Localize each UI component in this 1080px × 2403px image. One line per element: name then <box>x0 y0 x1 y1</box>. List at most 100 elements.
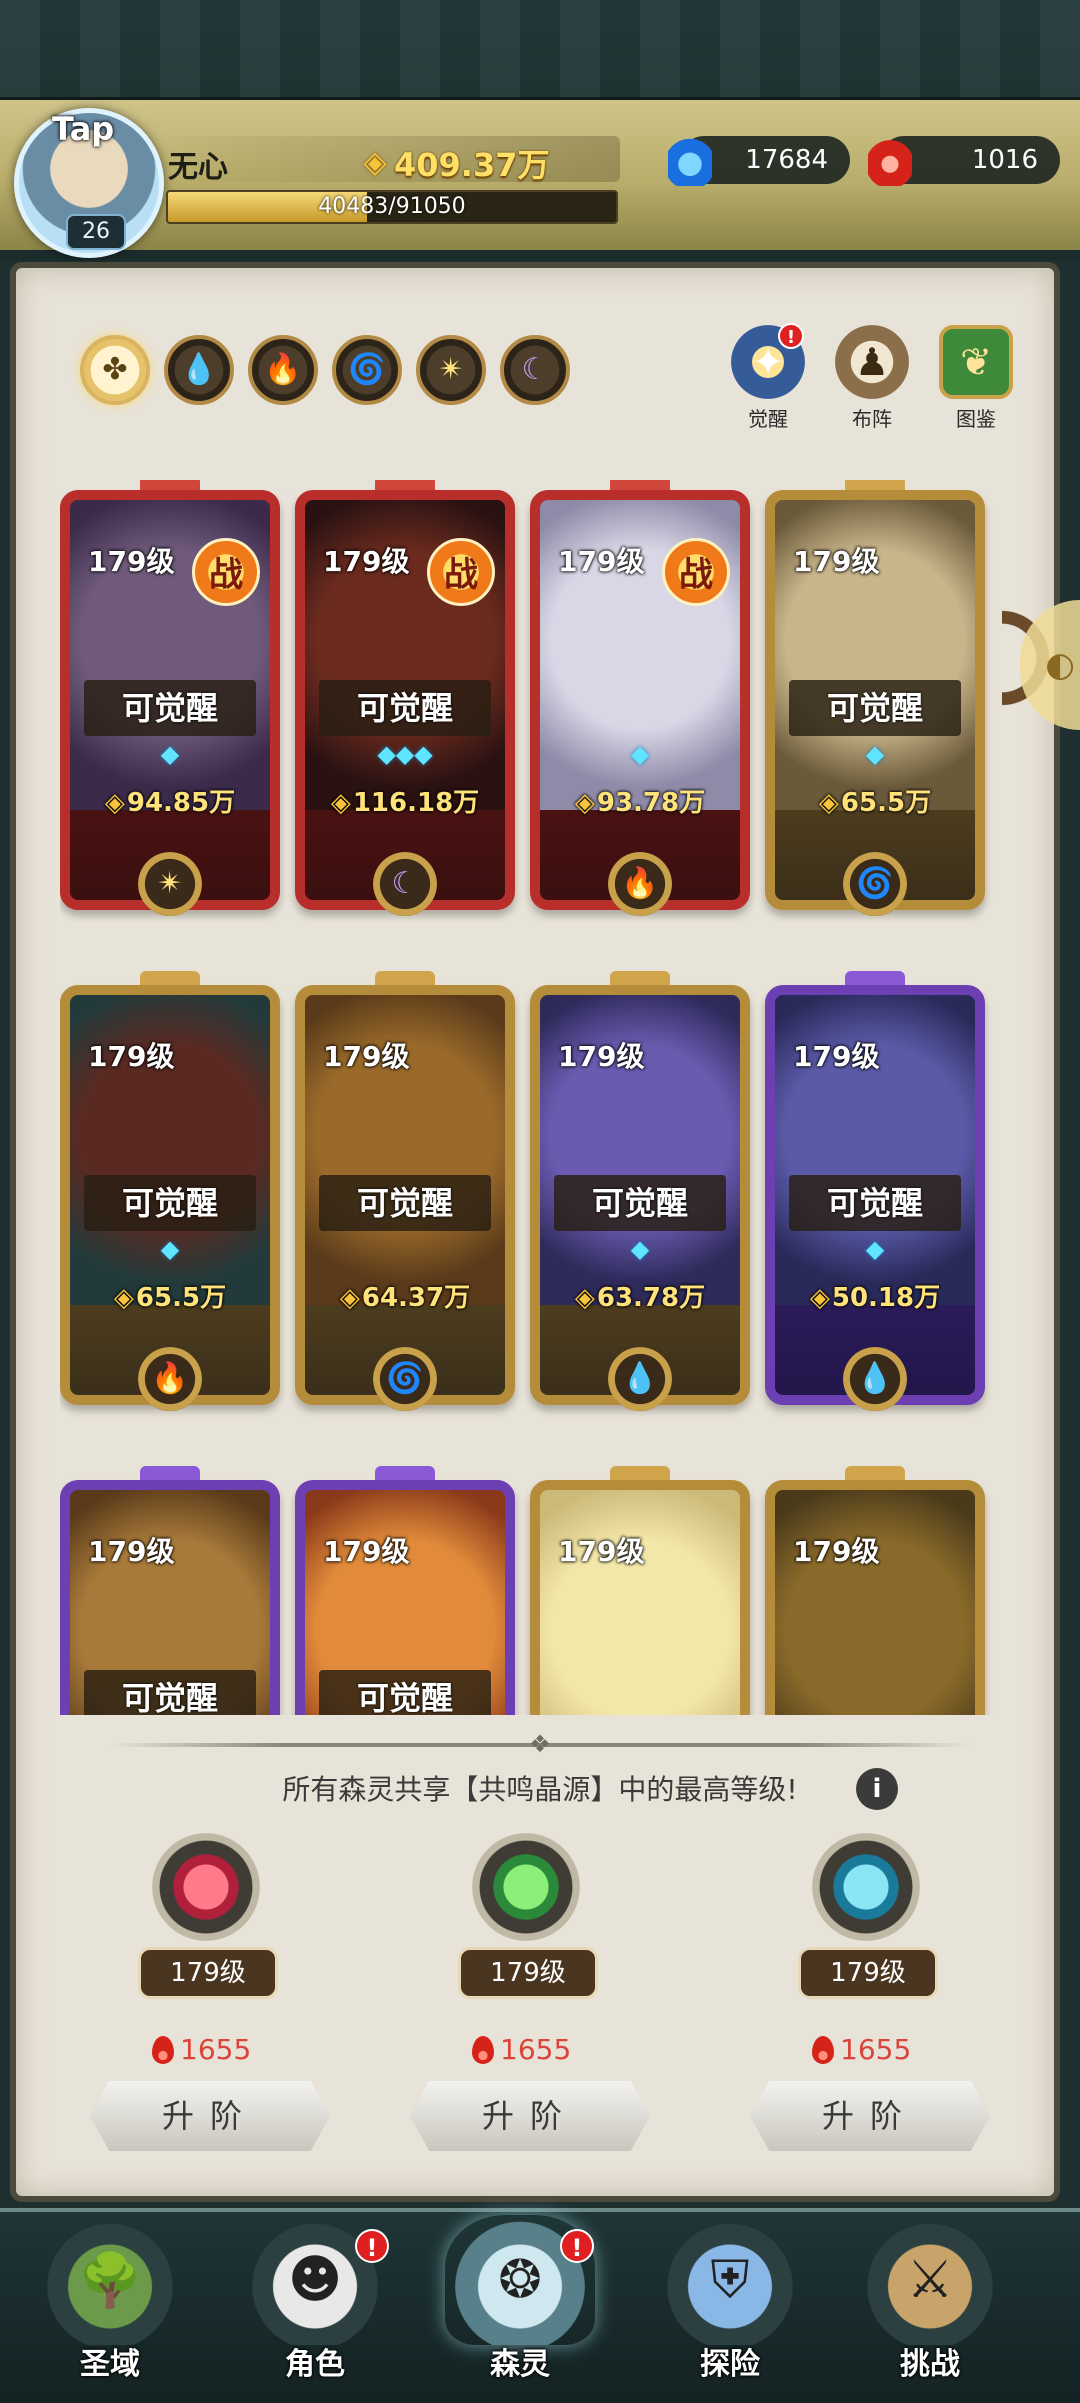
awakenable-label: 可觉醒 <box>789 1175 961 1231</box>
awakenable-label: 可觉醒 <box>84 680 256 736</box>
element-filter-tabs: ✤ 💧 🔥 🌀 ✴ ☾ <box>80 335 570 405</box>
gold-drop-icon: ◈ <box>113 1283 134 1313</box>
gold-value: 409.37万 <box>394 146 550 184</box>
card-frame: 179级可觉醒 <box>295 1480 515 1715</box>
resonance-crystal: 179级 1655 升阶 <box>740 1825 1000 2155</box>
codex-shortcut[interactable]: ❦ 图鉴 <box>926 325 1026 435</box>
wind-element-icon: 🌀 <box>843 852 907 916</box>
exp-text: 40483/91050 <box>318 194 466 219</box>
nav-character[interactable]: ☻! 角色 <box>225 2215 405 2400</box>
tab-light[interactable]: ✴ <box>416 335 486 405</box>
gold-drop-icon: ◈ <box>809 1283 830 1313</box>
ascend-button[interactable]: 升阶 <box>750 2081 990 2151</box>
spirit-card[interactable]: 179级战 ◆ ◈93.78万 🔥 <box>530 480 750 916</box>
info-button[interactable]: i <box>856 1768 898 1810</box>
gold-drop-icon: ◈ <box>330 788 351 818</box>
card-power-value: 65.5万 <box>840 788 932 818</box>
red-gem-icon <box>812 2035 834 2064</box>
water-drop-icon: 💧 <box>180 352 218 387</box>
resonance-crystal: 179级 1655 升阶 <box>80 1825 340 2155</box>
spirit-card[interactable]: 179级 可觉醒 ◆ ◈50.18万 💧 <box>765 971 985 1411</box>
tab-water[interactable]: 💧 <box>164 335 234 405</box>
spirit-card[interactable]: 179级 可觉醒 <box>60 1466 280 1715</box>
card-power: ◈116.18万 <box>305 782 505 819</box>
crystal-orb-icon[interactable] <box>142 1833 270 1953</box>
crystal-orb-icon[interactable] <box>462 1833 590 1953</box>
formation-shortcut[interactable]: ♟ 布阵 <box>822 325 922 435</box>
dark-element-icon: ☾ <box>373 852 437 916</box>
awakenable-label: 可觉醒 <box>84 1670 256 1715</box>
card-frame: 179级 <box>765 1480 985 1715</box>
card-level: 179级 <box>323 1040 410 1073</box>
card-level: 179级 <box>323 1535 410 1568</box>
card-power-value: 65.5万 <box>135 1283 227 1313</box>
moon-icon: ☾ <box>521 352 549 387</box>
card-power: ◈94.85万 <box>70 782 270 819</box>
card-power-value: 63.78万 <box>596 1283 706 1313</box>
formation-label: 布阵 <box>852 407 892 431</box>
codex-label: 图鉴 <box>956 407 996 431</box>
tab-fire[interactable]: 🔥 <box>248 335 318 405</box>
wind-icon: 🌀 <box>348 352 386 387</box>
gold-drop-icon: ◈ <box>818 788 839 818</box>
blue-flame-icon <box>668 124 712 186</box>
card-frame: 179级 可觉醒 ◆ ◈65.5万 <box>765 490 985 910</box>
spirit-portrait <box>775 1490 975 1715</box>
spirit-card[interactable]: 179级 <box>530 1466 750 1715</box>
red-gem-icon <box>868 124 912 186</box>
nav-label: 圣域 <box>80 2347 140 2382</box>
crystal-orb-icon[interactable] <box>802 1833 930 1953</box>
card-level: 179级 <box>793 1535 880 1568</box>
nav-spirit[interactable]: ❂! 森灵 <box>430 2215 610 2400</box>
card-level: 179级 <box>323 545 410 578</box>
spirit-card[interactable]: 179级 可觉醒 ◆ ◈65.5万 🔥 <box>60 971 280 1411</box>
awakenable-label: 可觉醒 <box>319 1670 491 1715</box>
awaken-stars: ◆ <box>160 1235 180 1263</box>
card-frame: 179级战可觉醒 ◆◆◆ ◈116.18万 <box>295 490 515 910</box>
star-icon: ✴ <box>438 352 464 387</box>
water-element-icon: 💧 <box>843 1347 907 1411</box>
card-power-value: 116.18万 <box>352 788 480 818</box>
awaken-stars: ◆ <box>865 1235 885 1263</box>
tree-icon: 🌳 <box>35 2215 185 2345</box>
red-gem-icon <box>152 2035 174 2064</box>
awakenable-label: 可觉醒 <box>319 680 491 736</box>
spirit-card[interactable]: 179级 可觉醒 ◆ ◈65.5万 🌀 <box>765 480 985 916</box>
divider-knot-icon: ❖ <box>529 1730 551 1758</box>
awaken-shortcut[interactable]: ✦ ! 觉醒 <box>718 323 818 435</box>
tab-all[interactable]: ✤ <box>80 335 150 405</box>
card-power-value: 50.18万 <box>831 1283 941 1313</box>
spirit-card[interactable]: 179级 可觉醒 ◈64.37万 🌀 <box>295 971 515 1411</box>
card-power-value: 64.37万 <box>361 1283 471 1313</box>
awakenable-label: 可觉醒 <box>789 680 961 736</box>
spirit-card[interactable]: 179级战可觉醒 ◆◆◆ ◈116.18万 ☾ <box>295 480 515 916</box>
spirit-card[interactable]: 179级 <box>765 1466 985 1715</box>
ascend-button[interactable]: 升阶 <box>410 2081 650 2151</box>
upgrade-cost: 1655 <box>152 2033 251 2066</box>
nav-shield[interactable]: ⛨ 探险 <box>640 2215 820 2400</box>
ascend-button[interactable]: 升阶 <box>90 2081 330 2151</box>
card-power: ◈65.5万 <box>775 782 975 819</box>
top-ornament <box>0 0 1080 100</box>
awaken-label: 觉醒 <box>748 407 788 431</box>
card-level: 179级 <box>558 1535 645 1568</box>
gold-drop-icon: ◈ <box>574 788 595 818</box>
flame-icon: 🔥 <box>264 352 302 387</box>
in-battle-badge: 战 <box>662 538 730 606</box>
fire-element-icon: 🔥 <box>138 1347 202 1411</box>
tab-wind[interactable]: 🌀 <box>332 335 402 405</box>
spirit-card[interactable]: 179级 可觉醒 ◆ ◈63.78万 💧 <box>530 971 750 1411</box>
tab-dark[interactable]: ☾ <box>500 335 570 405</box>
nav-tree[interactable]: 🌳 圣域 <box>20 2215 200 2400</box>
card-level: 179级 <box>793 545 880 578</box>
crystal-level: 179级 <box>798 1947 938 1999</box>
upgrade-cost-value: 1655 <box>500 2033 572 2066</box>
spirit-card[interactable]: 179级可觉醒 <box>295 1466 515 1715</box>
in-battle-badge: 战 <box>427 538 495 606</box>
card-power: ◈50.18万 <box>775 1277 975 1314</box>
nav-sword[interactable]: ⚔ 挑战 <box>840 2215 1020 2400</box>
spirit-card[interactable]: 179级战可觉醒 ◆ ◈94.85万 ✴ <box>60 480 280 916</box>
spirit-card-grid: 179级战可觉醒 ◆ ◈94.85万 ✴ 179级战可觉醒 ◆◆◆ ◈116.18万 ☾ 179… <box>60 480 1020 1715</box>
player-name: 无心 <box>168 150 228 185</box>
awakenable-label: 可觉醒 <box>319 1175 491 1231</box>
